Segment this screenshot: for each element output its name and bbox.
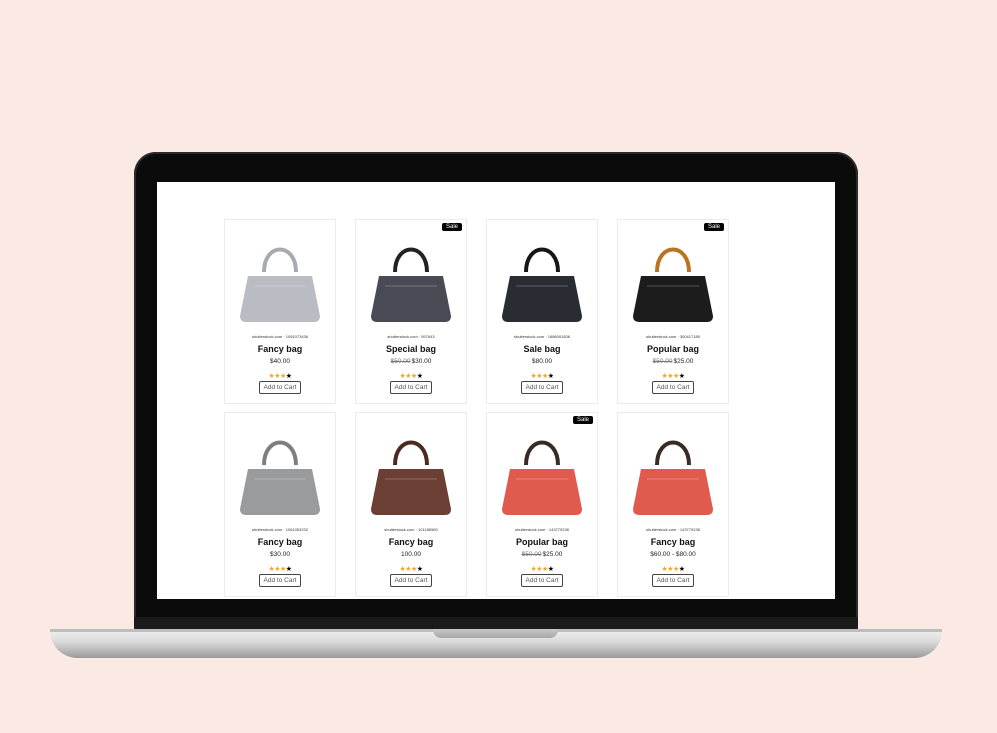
add-to-cart-button[interactable]: Add to Cart	[389, 381, 433, 394]
product-card-1[interactable]: shutterstock.com · 1091073436 Fancy bag …	[224, 219, 336, 404]
old-price: $50.00	[521, 551, 542, 558]
current-price: $30.00	[270, 551, 290, 558]
product-name[interactable]: Fancy bag	[258, 344, 303, 354]
product-card-7[interactable]: Sale shutterstock.com · 143779238 Popula…	[486, 412, 598, 597]
handbag-icon	[371, 440, 451, 515]
laptop-notch	[433, 629, 558, 638]
product-price: $60.00 - $80.00	[650, 551, 696, 560]
current-price: $25.00	[673, 358, 694, 365]
handbag-icon	[502, 440, 582, 515]
product-image[interactable]	[230, 421, 330, 525]
product-card-2[interactable]: Sale shutterstock.com · 597643 Special b…	[355, 219, 467, 404]
product-image[interactable]	[492, 228, 592, 332]
star-icon: ★	[678, 373, 685, 380]
star-icon: ★	[678, 566, 685, 573]
product-image[interactable]	[361, 228, 461, 332]
product-grid: shutterstock.com · 1091073436 Fancy bag …	[224, 219, 734, 597]
product-card-4[interactable]: Sale shutterstock.com · 300417185 Popula…	[617, 219, 729, 404]
image-credit: shutterstock.com · 1091073436	[251, 334, 309, 339]
handbag-icon	[240, 440, 320, 515]
product-name[interactable]: Sale bag	[523, 344, 560, 354]
product-price: $50.00$25.00	[653, 358, 694, 367]
product-card-5[interactable]: shutterstock.com · 1061053232 Fancy bag …	[224, 412, 336, 597]
star-icon: ★	[547, 566, 554, 573]
product-price: $80.00	[532, 358, 552, 367]
handbag-icon	[371, 247, 451, 322]
handbag-icon	[633, 440, 713, 515]
product-price: $40.00	[270, 358, 290, 367]
current-price: $60.00 - $80.00	[650, 551, 696, 558]
product-image[interactable]	[230, 228, 330, 332]
image-credit: shutterstock.com · 597643	[387, 334, 435, 339]
handbag-icon	[240, 247, 320, 322]
star-icon: ★	[285, 373, 292, 380]
product-price: $50.00$25.00	[522, 551, 563, 560]
current-price: $25.00	[542, 551, 563, 558]
add-to-cart-button[interactable]: Add to Cart	[520, 574, 564, 587]
product-price: 100.00	[401, 551, 421, 560]
laptop-screen: shutterstock.com · 1091073436 Fancy bag …	[157, 182, 835, 599]
rating-stars: ★★★★	[399, 372, 423, 381]
add-to-cart-button[interactable]: Add to Cart	[258, 381, 302, 394]
product-name[interactable]: Popular bag	[516, 537, 568, 547]
handbag-icon	[502, 247, 582, 322]
current-price: $80.00	[532, 358, 552, 365]
old-price: $50.00	[390, 358, 411, 365]
star-icon: ★	[285, 566, 292, 573]
product-image[interactable]	[361, 421, 461, 525]
image-credit: shutterstock.com · 101186565	[384, 527, 438, 532]
product-card-6[interactable]: shutterstock.com · 101186565 Fancy bag 1…	[355, 412, 467, 597]
rating-stars: ★★★★	[268, 565, 292, 574]
rating-stars: ★★★★	[530, 372, 554, 381]
current-price: 100.00	[401, 551, 421, 558]
product-price: $50.00$30.00	[391, 358, 432, 367]
product-card-8[interactable]: shutterstock.com · 143779238 Fancy bag $…	[617, 412, 729, 597]
rating-stars: ★★★★	[268, 372, 292, 381]
image-credit: shutterstock.com · 143779238	[515, 527, 569, 532]
star-icon: ★	[547, 373, 554, 380]
current-price: $40.00	[270, 358, 290, 365]
image-credit: shutterstock.com · 300417185	[646, 334, 700, 339]
image-credit: shutterstock.com · 1686091836	[513, 334, 571, 339]
product-name[interactable]: Fancy bag	[258, 537, 303, 547]
product-image[interactable]	[492, 421, 592, 525]
product-card-3[interactable]: shutterstock.com · 1686091836 Sale bag $…	[486, 219, 598, 404]
product-name[interactable]: Fancy bag	[389, 537, 434, 547]
star-icon: ★	[416, 566, 423, 573]
product-image[interactable]	[623, 421, 723, 525]
rating-stars: ★★★★	[399, 565, 423, 574]
rating-stars: ★★★★	[661, 565, 685, 574]
old-price: $50.00	[652, 358, 673, 365]
product-name[interactable]: Fancy bag	[651, 537, 696, 547]
star-icon: ★	[416, 373, 423, 380]
rating-stars: ★★★★	[530, 565, 554, 574]
product-price: $30.00	[270, 551, 290, 560]
add-to-cart-button[interactable]: Add to Cart	[258, 574, 302, 587]
product-name[interactable]: Special bag	[386, 344, 436, 354]
product-name[interactable]: Popular bag	[647, 344, 699, 354]
add-to-cart-button[interactable]: Add to Cart	[651, 574, 695, 587]
add-to-cart-button[interactable]: Add to Cart	[389, 574, 433, 587]
rating-stars: ★★★★	[661, 372, 685, 381]
image-credit: shutterstock.com · 1061053232	[251, 527, 309, 532]
image-credit: shutterstock.com · 143779238	[646, 527, 700, 532]
add-to-cart-button[interactable]: Add to Cart	[651, 381, 695, 394]
product-image[interactable]	[623, 228, 723, 332]
handbag-icon	[633, 247, 713, 322]
current-price: $30.00	[411, 358, 432, 365]
add-to-cart-button[interactable]: Add to Cart	[520, 381, 564, 394]
